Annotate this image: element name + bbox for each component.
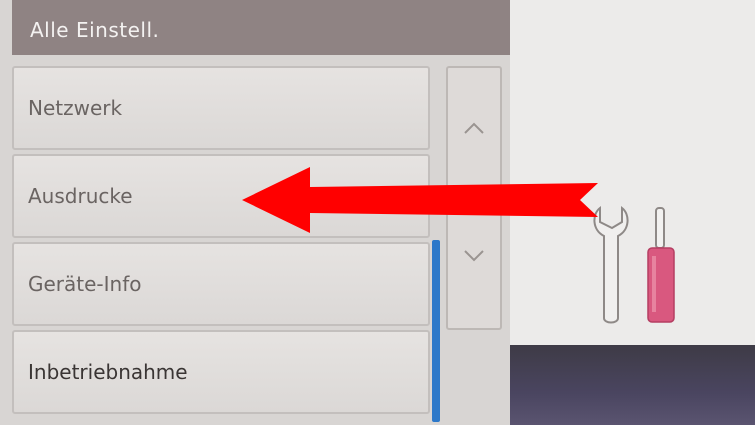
wrench-screwdriver-icon — [590, 200, 700, 330]
menu-item-inbetriebnahme[interactable]: Inbetriebnahme — [12, 330, 430, 414]
screen-bottom-bezel — [510, 345, 755, 425]
menu-item-label: Ausdrucke — [28, 184, 133, 208]
scrollbar-thumb[interactable] — [432, 240, 440, 422]
page-title: Alle Einstell. — [30, 18, 160, 42]
chevron-up-icon[interactable] — [462, 116, 486, 140]
chevron-down-icon[interactable] — [462, 244, 486, 268]
menu-item-netzwerk[interactable]: Netzwerk — [12, 66, 430, 150]
menu-item-geraete-info[interactable]: Geräte-Info — [12, 242, 430, 326]
red-arrow-icon — [240, 165, 600, 235]
menu-item-label: Inbetriebnahme — [28, 360, 188, 384]
menu-item-label: Geräte-Info — [28, 272, 142, 296]
header-bar: Alle Einstell. — [12, 0, 510, 55]
settings-list: Netzwerk Ausdrucke Geräte-Info Inbetrieb… — [12, 60, 432, 420]
menu-item-label: Netzwerk — [28, 96, 123, 120]
